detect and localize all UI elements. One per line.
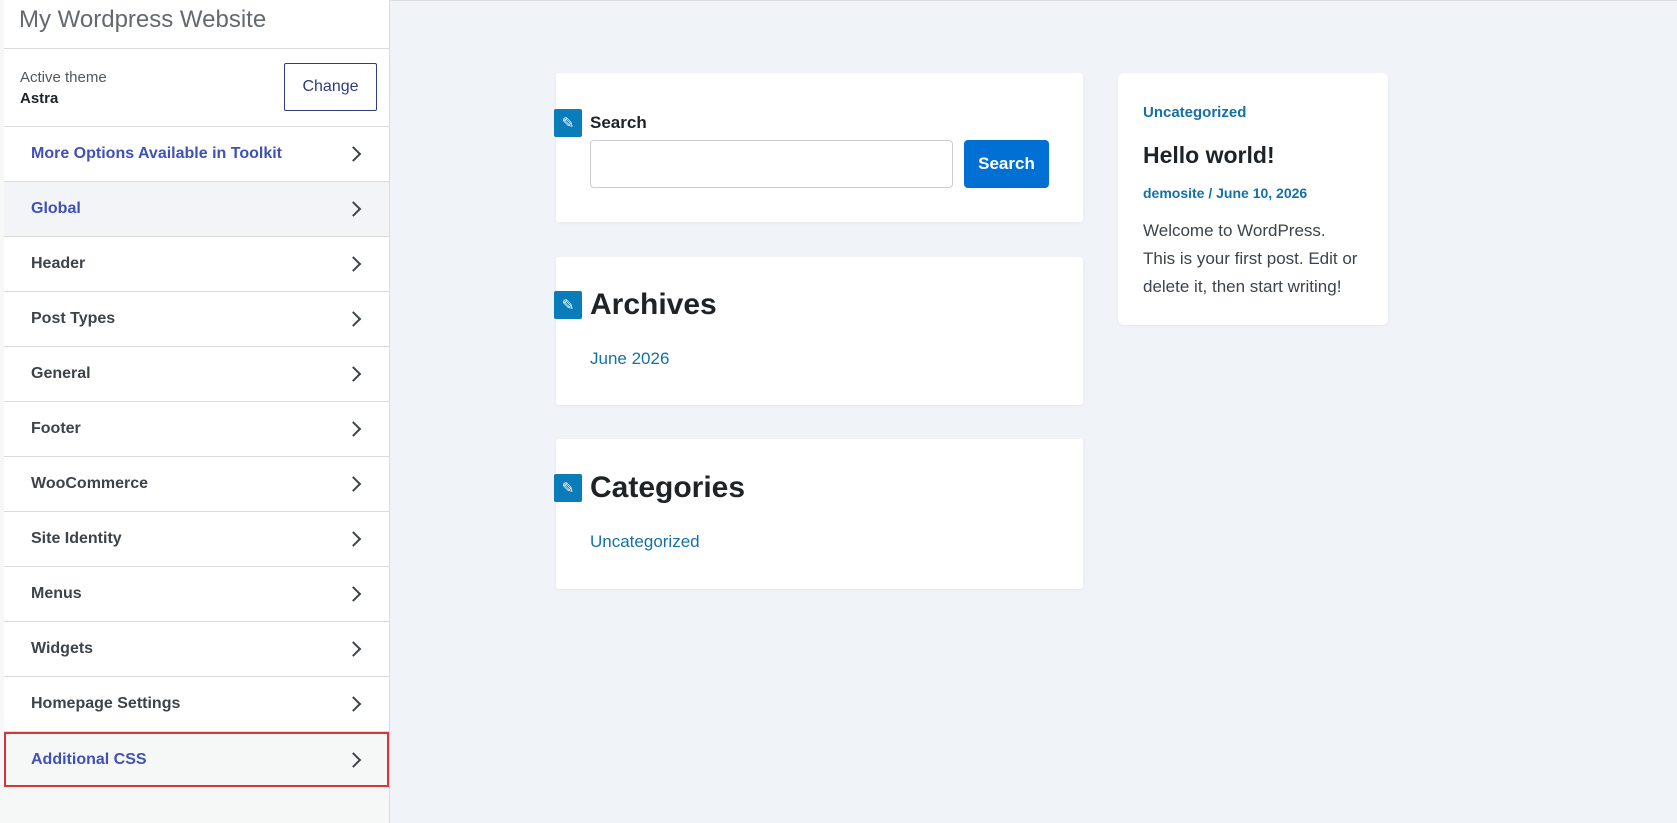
categories-title: Categories <box>590 471 746 504</box>
chevron-right-icon <box>345 256 362 272</box>
change-theme-button[interactable]: Change <box>284 63 377 111</box>
chevron-right-icon <box>345 531 362 547</box>
sidebar-item-post-types[interactable]: Post Types <box>4 292 389 347</box>
chevron-right-icon <box>345 476 362 492</box>
chevron-right-icon <box>345 641 362 657</box>
sidebar-item-label: More Options Available in Toolkit <box>31 145 282 162</box>
sidebar-item-homepage-settings[interactable]: Homepage Settings <box>4 677 389 732</box>
chevron-right-icon <box>345 751 362 768</box>
pencil-icon[interactable]: ✎ <box>554 291 582 319</box>
sidebar-item-global[interactable]: Global <box>4 182 389 237</box>
sidebar-item-site-identity[interactable]: Site Identity <box>4 512 389 567</box>
search-widget-label: Search <box>590 113 647 132</box>
sidebar-item-label: Header <box>31 255 86 272</box>
sidebar-item-label: Menus <box>31 585 82 602</box>
post-excerpt: Welcome to WordPress. This is your first… <box>1143 221 1358 296</box>
post-title[interactable]: Hello world! <box>1143 142 1275 169</box>
chevron-right-icon <box>345 586 362 602</box>
pencil-icon[interactable]: ✎ <box>554 109 582 137</box>
sidebar-item-label: Homepage Settings <box>31 695 181 712</box>
chevron-right-icon <box>345 201 362 217</box>
sidebar-item-additional-css[interactable]: Additional CSS <box>4 732 389 787</box>
post-category-link[interactable]: Uncategorized <box>1143 104 1246 121</box>
archives-widget <box>556 257 1083 405</box>
pencil-icon[interactable]: ✎ <box>554 474 582 502</box>
categories-widget <box>556 439 1083 589</box>
chevron-right-icon <box>345 366 362 382</box>
sidebar-item-menus[interactable]: Menus <box>4 567 389 622</box>
chevron-right-icon <box>345 311 362 327</box>
sidebar-item-header[interactable]: Header <box>4 237 389 292</box>
sidebar-item-label: Footer <box>31 420 81 437</box>
search-button[interactable]: Search <box>964 140 1049 188</box>
sidebar-item-label: Site Identity <box>31 530 122 547</box>
chevron-right-icon <box>345 146 362 162</box>
sidebar-item-footer[interactable]: Footer <box>4 402 389 457</box>
sidebar-item-woocommerce[interactable]: WooCommerce <box>4 457 389 512</box>
customizer-sidebar: My Wordpress Website Active theme Astra … <box>0 0 390 823</box>
search-input[interactable] <box>590 140 953 188</box>
archive-link[interactable]: June 2026 <box>590 349 669 369</box>
sidebar-item-label: WooCommerce <box>31 475 149 492</box>
post-meta[interactable]: demosite / June 10, 2026 <box>1143 185 1307 201</box>
sidebar-item-label: Additional CSS <box>31 750 147 768</box>
archives-title: Archives <box>590 288 717 321</box>
sidebar-item-general[interactable]: General <box>4 347 389 402</box>
sidebar-item-more-options-toolkit[interactable]: More Options Available in Toolkit <box>4 127 389 182</box>
category-link[interactable]: Uncategorized <box>590 532 700 552</box>
active-theme-section: Active theme Astra Change <box>4 49 389 127</box>
site-title: My Wordpress Website <box>4 0 389 49</box>
sidebar-item-label: Global <box>31 200 81 217</box>
sidebar-item-label: General <box>31 365 91 382</box>
sidebar-item-widgets[interactable]: Widgets <box>4 622 389 677</box>
sidebar-item-label: Post Types <box>31 310 116 327</box>
chevron-right-icon <box>345 421 362 437</box>
chevron-right-icon <box>345 696 362 712</box>
site-preview: ✎ Search Search ✎ Archives June 2026 ✎ C… <box>391 0 1677 823</box>
sidebar-item-label: Widgets <box>31 640 94 657</box>
